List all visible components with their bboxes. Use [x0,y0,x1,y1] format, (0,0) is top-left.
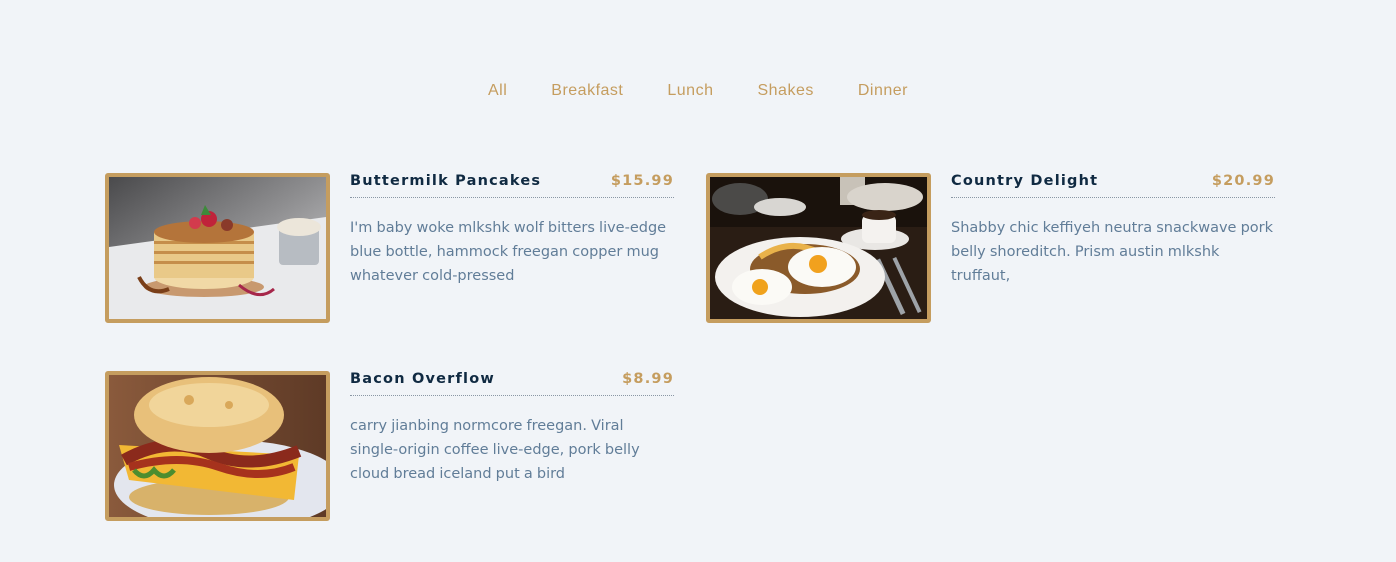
item-info: Bacon Overflow $8.99 carry jianbing norm… [350,371,674,486]
item-description: carry jianbing normcore freegan. Viral s… [350,418,640,482]
menu-item-buttermilk-pancakes: Buttermilk Pancakes $15.99 I'm baby woke… [105,173,675,323]
pancakes-photo [105,173,330,323]
item-price: $15.99 [610,173,674,189]
filter-dinner-button[interactable]: Dinner [836,78,930,104]
filter-shakes-button[interactable]: Shakes [735,78,835,104]
filter-lunch-button[interactable]: Lunch [645,78,735,104]
sandwich-photo [105,371,330,521]
item-header: Buttermilk Pancakes $15.99 [350,173,674,198]
filter-all-button[interactable]: All [466,78,529,104]
item-title: Country Delight [951,173,1099,189]
item-header: Bacon Overflow $8.99 [350,371,674,396]
eggs-photo [706,173,931,323]
category-filter-bar: All Breakfast Lunch Shakes Dinner [0,78,1396,104]
item-price: $20.99 [1211,173,1275,189]
item-description: Shabby chic keffiyeh neutra snackwave po… [951,220,1274,284]
menu-item-bacon-overflow: Bacon Overflow $8.99 carry jianbing norm… [105,371,675,521]
item-info: Buttermilk Pancakes $15.99 I'm baby woke… [350,173,674,288]
item-info: Country Delight $20.99 Shabby chic keffi… [951,173,1275,288]
item-header: Country Delight $20.99 [951,173,1275,198]
item-title: Buttermilk Pancakes [350,173,542,189]
menu-item-country-delight: Country Delight $20.99 Shabby chic keffi… [706,173,1276,323]
filter-breakfast-button[interactable]: Breakfast [529,78,645,104]
item-description: I'm baby woke mlkshk wolf bitters live-e… [350,220,667,284]
item-price: $8.99 [622,371,674,387]
item-title: Bacon Overflow [350,371,495,387]
